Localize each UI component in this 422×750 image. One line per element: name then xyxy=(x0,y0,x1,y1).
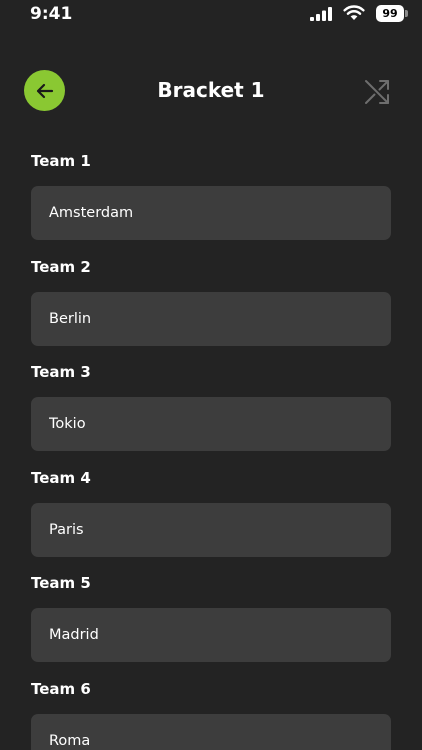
battery-level: 99 xyxy=(376,5,404,22)
team-label: Team 2 xyxy=(31,257,91,276)
team-field-group: Team 6 xyxy=(31,679,391,750)
team-label: Team 5 xyxy=(31,574,91,593)
team-field-group: Team 4 xyxy=(31,468,391,574)
team-field-group: Team 3 xyxy=(31,362,391,468)
cellular-signal-icon xyxy=(310,7,332,21)
team-1-input[interactable] xyxy=(31,186,391,240)
team-field-group: Team 1 xyxy=(31,151,391,257)
status-time: 9:41 xyxy=(30,4,73,24)
battery-icon: 99 xyxy=(376,5,408,22)
team-label: Team 3 xyxy=(31,363,91,382)
shuffle-icon xyxy=(365,80,389,104)
team-label: Team 1 xyxy=(31,152,91,170)
team-4-input[interactable] xyxy=(31,502,391,557)
team-label: Team 6 xyxy=(31,679,91,698)
team-list: Team 1 Team 2 Team 3 Team 4 Team 5 Team … xyxy=(31,151,391,750)
page-title: Bracket 1 xyxy=(157,78,265,102)
team-field-group: Team 5 xyxy=(31,573,391,679)
team-2-input[interactable] xyxy=(31,291,391,346)
team-5-input[interactable] xyxy=(31,608,391,663)
screen: 9:41 99 Bracket 1 Team 1 Amsterdam Team … xyxy=(0,0,422,750)
team-6-input[interactable] xyxy=(31,713,391,750)
team-3-input[interactable] xyxy=(31,397,391,452)
status-bar: 9:41 99 xyxy=(0,0,422,30)
team-label: Team 4 xyxy=(31,468,91,487)
shuffle-button[interactable] xyxy=(362,76,392,106)
wifi-icon xyxy=(343,5,365,20)
battery-cap xyxy=(405,10,408,17)
team-field-group: Team 2 xyxy=(31,257,391,363)
